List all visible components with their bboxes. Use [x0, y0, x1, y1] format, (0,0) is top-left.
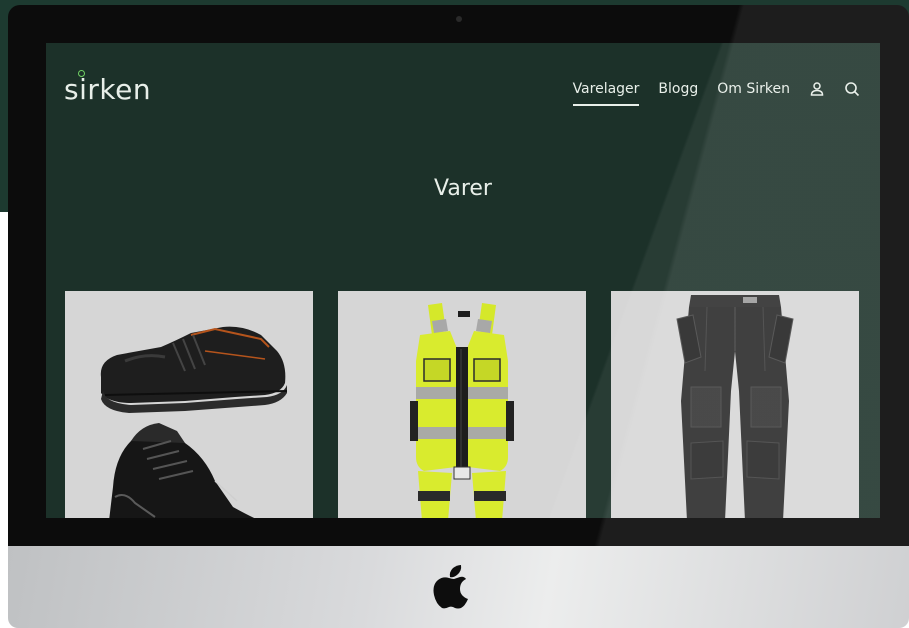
safety-shoes-image	[100, 326, 288, 518]
apple-logo-icon	[433, 565, 468, 609]
nav-item-varelager[interactable]: Varelager	[572, 81, 639, 106]
imac-monitor: sirken Varelager Blogg Om Sirken Varer	[8, 5, 909, 628]
product-card-shoes[interactable]	[65, 291, 313, 518]
nav-item-om-sirken[interactable]: Om Sirken	[717, 81, 790, 103]
website-screen: sirken Varelager Blogg Om Sirken Varer	[46, 43, 880, 518]
user-icon[interactable]	[809, 81, 825, 97]
product-card-vest[interactable]	[338, 291, 586, 518]
logo-text: sirken	[64, 73, 152, 106]
product-card-trousers[interactable]	[611, 291, 859, 518]
site-logo[interactable]: sirken	[64, 70, 152, 109]
monitor-bezel: sirken Varelager Blogg Om Sirken Varer	[8, 5, 909, 546]
work-trousers-image	[676, 295, 794, 518]
nav-item-blogg[interactable]: Blogg	[658, 81, 698, 103]
camera-icon	[456, 16, 462, 22]
page-title: Varer	[434, 176, 492, 201]
main-nav: Varelager Blogg Om Sirken	[572, 81, 860, 106]
search-icon[interactable]	[844, 81, 860, 97]
logo-dot-icon	[78, 70, 85, 77]
hi-vis-vest-image	[410, 303, 514, 518]
